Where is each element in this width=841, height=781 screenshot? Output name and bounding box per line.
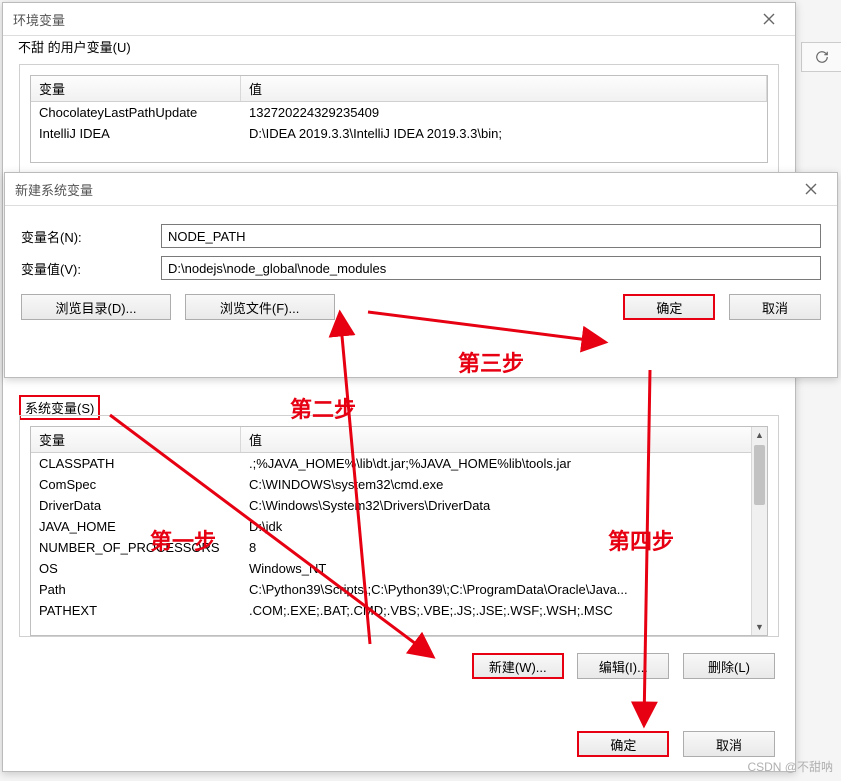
var-name-input[interactable] (161, 224, 821, 248)
new-sysvar-titlebar: 新建系统变量 (5, 173, 837, 206)
refresh-button-background[interactable] (801, 42, 841, 72)
table-header: 变量 值 (31, 427, 767, 453)
table-row[interactable]: ComSpecC:\WINDOWS\system32\cmd.exe (31, 474, 751, 495)
dialog-title: 环境变量 (13, 10, 65, 29)
header-variable: 变量 (31, 427, 241, 452)
user-vars-table[interactable]: 变量 值 ChocolateyLastPathUpdate 1327202243… (30, 75, 768, 163)
var-value-input[interactable] (161, 256, 821, 280)
table-row[interactable]: ChocolateyLastPathUpdate 132720224329235… (31, 102, 767, 123)
cancel-button[interactable]: 取消 (729, 294, 821, 320)
scroll-thumb[interactable] (754, 445, 765, 505)
cancel-button[interactable]: 取消 (683, 731, 775, 757)
new-button[interactable]: 新建(W)... (472, 653, 564, 679)
table-row[interactable]: JAVA_HOMED:\jdk (31, 516, 751, 537)
var-value-label: 变量值(V): (21, 259, 161, 278)
scrollbar[interactable]: ▲ ▼ (751, 427, 767, 635)
user-vars-group-title: 不甜 的用户变量(U) (14, 37, 135, 56)
table-header: 变量 值 (31, 76, 767, 102)
user-vars-rows: ChocolateyLastPathUpdate 132720224329235… (31, 102, 767, 144)
header-value: 值 (241, 427, 767, 452)
dialog-title: 新建系统变量 (15, 180, 93, 199)
table-row[interactable]: PATHEXT.COM;.EXE;.BAT;.CMD;.VBS;.VBE;.JS… (31, 600, 751, 621)
table-row[interactable]: DriverDataC:\Windows\System32\Drivers\Dr… (31, 495, 751, 516)
sys-vars-box: 变量 值 CLASSPATH.;%JAVA_HOME%\lib\dt.jar;%… (19, 415, 779, 637)
table-row[interactable]: OSWindows_NT (31, 558, 751, 579)
var-name-label: 变量名(N): (21, 227, 161, 246)
new-dialog-buttons: 浏览目录(D)... 浏览文件(F)... 确定 取消 (21, 294, 821, 320)
var-value-row: 变量值(V): (21, 256, 821, 280)
edit-button[interactable]: 编辑(I)... (577, 653, 669, 679)
close-button[interactable] (753, 9, 785, 29)
user-vars-group: 不甜 的用户变量(U) 变量 值 ChocolateyLastPathUpdat… (19, 64, 779, 180)
table-row[interactable]: NUMBER_OF_PROCESSORS8 (31, 537, 751, 558)
sys-vars-rows: CLASSPATH.;%JAVA_HOME%\lib\dt.jar;%JAVA_… (31, 453, 767, 621)
delete-button[interactable]: 删除(L) (683, 653, 775, 679)
watermark: CSDN @不甜呐 (747, 758, 833, 775)
table-row[interactable]: IntelliJ IDEA D:\IDEA 2019.3.3\IntelliJ … (31, 123, 767, 144)
env-dialog-buttons: 确定 取消 (567, 731, 775, 757)
table-row[interactable]: CLASSPATH.;%JAVA_HOME%\lib\dt.jar;%JAVA_… (31, 453, 751, 474)
browse-dir-button[interactable]: 浏览目录(D)... (21, 294, 171, 320)
scroll-down-icon[interactable]: ▼ (752, 619, 767, 635)
new-sysvar-dialog: 新建系统变量 变量名(N): 变量值(V): 浏览目录(D)... 浏览文件(F… (4, 172, 838, 378)
close-button[interactable] (795, 179, 827, 199)
ok-button[interactable]: 确定 (577, 731, 669, 757)
var-name-row: 变量名(N): (21, 224, 821, 248)
header-variable: 变量 (31, 76, 241, 101)
header-value: 值 (241, 76, 767, 101)
browse-file-button[interactable]: 浏览文件(F)... (185, 294, 335, 320)
sys-vars-buttons: 新建(W)... 编辑(I)... 删除(L) (462, 653, 775, 679)
ok-button[interactable]: 确定 (623, 294, 715, 320)
sys-vars-table[interactable]: 变量 值 CLASSPATH.;%JAVA_HOME%\lib\dt.jar;%… (30, 426, 768, 636)
table-row[interactable]: PathC:\Python39\Scripts\;C:\Python39\;C:… (31, 579, 751, 600)
env-vars-titlebar: 环境变量 (3, 3, 795, 36)
scroll-up-icon[interactable]: ▲ (752, 427, 767, 443)
env-vars-dialog: 环境变量 不甜 的用户变量(U) 变量 值 ChocolateyLastPath… (2, 2, 796, 772)
